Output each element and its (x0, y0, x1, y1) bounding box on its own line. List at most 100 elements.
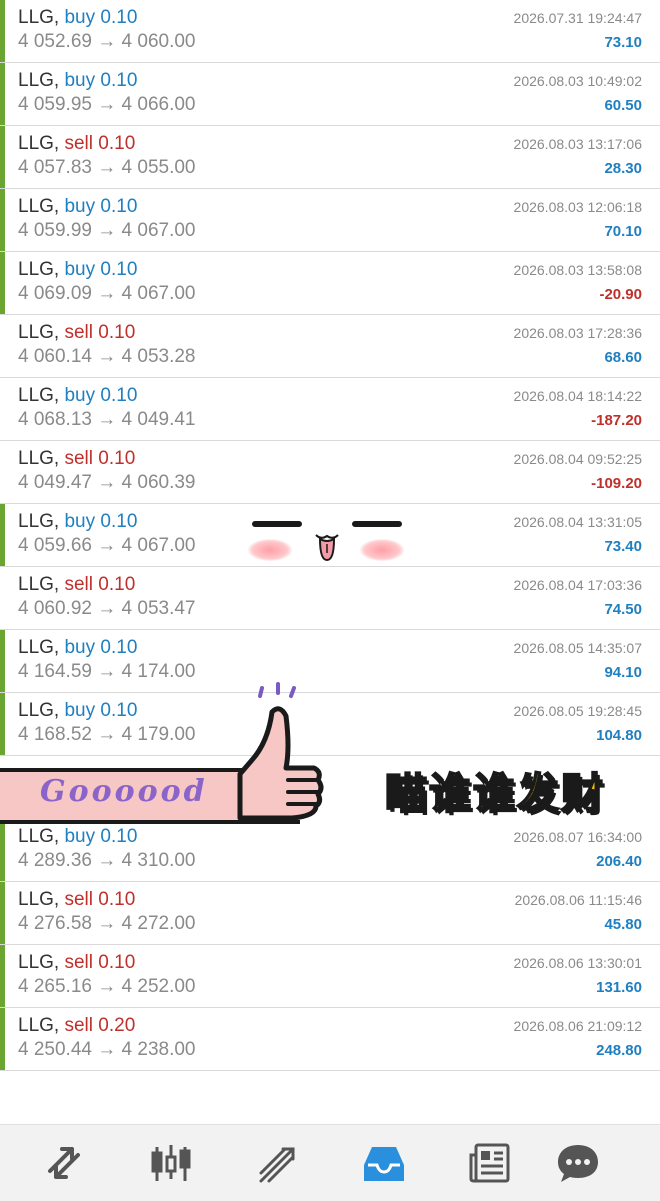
trade-prices: 4 060.14 → 4 053.28 (18, 346, 196, 368)
trade-symbol: LLG, (18, 70, 60, 91)
left-eyebrow (252, 521, 302, 527)
thumbs-up-icon (237, 682, 324, 821)
close-price: 4 067.00 (121, 220, 196, 241)
open-price: 4 052.69 (18, 31, 92, 52)
trade-prices: 4 049.47 → 4 060.39 (18, 472, 196, 494)
close-price: 4 066.00 (121, 94, 196, 115)
row-status-bar (0, 567, 5, 629)
open-price: 4 250.44 (18, 1039, 92, 1060)
trade-profit: 60.50 (604, 97, 642, 114)
nav-messages[interactable] (548, 1137, 608, 1189)
trade-row[interactable]: LLG, sell 0.10 4 049.47 → 4 060.39 2026.08… (0, 441, 660, 504)
trade-profit: 73.40 (604, 538, 642, 555)
arrow-icon: → (97, 976, 117, 997)
trade-symbol: LLG, (18, 952, 60, 973)
trade-profit: 74.50 (604, 601, 642, 618)
trade-row[interactable]: LLG, sell 0.10 4 060.92 → 4 053.47 2026.08… (0, 567, 660, 630)
trade-title: LLG, sell 0.10 (18, 133, 135, 155)
trade-symbol: LLG, (18, 826, 60, 847)
open-price: 4 060.14 (18, 346, 92, 367)
trade-row[interactable]: LLG, sell 0.10 4 276.58 → 4 272.00 2026.08… (0, 882, 660, 945)
trade-title: LLG, buy 0.10 (18, 7, 137, 29)
trade-title: LLG, sell 0.10 (18, 322, 135, 344)
nav-quotes[interactable] (34, 1137, 94, 1189)
arrow-icon: → (97, 598, 117, 619)
trade-volume: 0.10 (98, 889, 136, 910)
row-status-bar (0, 378, 5, 440)
open-price: 4 164.59 (18, 661, 92, 682)
trade-row[interactable]: LLG, buy 0.10 4 059.95 → 4 066.00 2026.08.… (0, 63, 660, 126)
arrow-icon: → (97, 283, 117, 304)
trade-row[interactable]: LLG, buy 0.10 4 068.13 → 4 049.41 2026.08.… (0, 378, 660, 441)
trade-row[interactable]: LLG, sell 0.10 4 265.16 → 4 252.00 2026.08… (0, 945, 660, 1008)
trade-symbol: LLG, (18, 700, 60, 721)
trade-row[interactable]: LLG, buy 0.10 4 069.09 → 4 067.00 2026.08.… (0, 252, 660, 315)
trade-row[interactable]: LLG, buy 0.10 4 289.36 → 4 310.00 2026.08.… (0, 819, 660, 882)
nav-chart[interactable] (141, 1137, 201, 1189)
close-price: 4 310.00 (121, 850, 196, 871)
trade-profit: 70.10 (604, 223, 642, 240)
trade-prices: 4 289.36 → 4 310.00 (18, 850, 196, 872)
nav-trade[interactable] (247, 1137, 307, 1189)
close-price: 4 060.39 (121, 472, 196, 493)
trade-prices: 4 068.13 → 4 049.41 (18, 409, 196, 431)
sticker-chinese-text: 瞄谁谁发财 (384, 768, 606, 819)
arrow-icon: → (97, 157, 117, 178)
trade-side: sell (64, 448, 93, 469)
trade-symbol: LLG, (18, 511, 60, 532)
arrow-icon: → (97, 850, 117, 871)
close-price: 4 053.47 (121, 598, 196, 619)
row-status-bar (0, 315, 5, 377)
trade-prices: 4 052.69 → 4 060.00 (18, 31, 196, 53)
trade-symbol: LLG, (18, 574, 60, 595)
trade-title: LLG, buy 0.10 (18, 196, 137, 218)
trade-profit: -20.90 (599, 286, 642, 303)
trade-volume: 0.10 (100, 637, 138, 658)
trade-side: buy (64, 700, 96, 721)
trade-row[interactable]: LLG, buy 0.10 4 059.99 → 4 067.00 2026.08.… (0, 189, 660, 252)
trade-volume: 0.10 (100, 385, 138, 406)
trade-title: LLG, buy 0.10 (18, 637, 137, 659)
trade-time: 2026.08.03 12:06:18 (513, 199, 642, 215)
close-price: 4 053.28 (121, 346, 196, 367)
trade-row[interactable]: LLG, buy 0.10 4 164.59 → 4 174.00 2026.08.… (0, 630, 660, 693)
trade-prices: 4 059.99 → 4 067.00 (18, 220, 196, 242)
trade-symbol: LLG, (18, 385, 60, 406)
trade-time: 2026.08.07 16:34:00 (513, 829, 642, 845)
trade-symbol: LLG, (18, 7, 60, 28)
trade-side: buy (64, 511, 96, 532)
close-price: 4 179.00 (121, 724, 196, 745)
trade-row[interactable]: LLG, sell 0.10 4 057.83 → 4 055.00 2026.08… (0, 126, 660, 189)
nav-history[interactable] (354, 1137, 414, 1189)
trade-icon (259, 1147, 295, 1183)
trade-time: 2026.08.04 17:03:36 (513, 577, 642, 593)
trade-side: buy (64, 637, 96, 658)
open-price: 4 059.99 (18, 220, 92, 241)
row-status-bar (0, 630, 5, 692)
trade-volume: 0.10 (98, 574, 136, 595)
close-price: 4 272.00 (121, 913, 196, 934)
trade-symbol: LLG, (18, 322, 60, 343)
trade-row[interactable]: LLG, buy 0.10 4 052.69 → 4 060.00 2026.07.… (0, 0, 660, 63)
close-price: 4 067.00 (121, 283, 196, 304)
trade-row[interactable]: LLG, sell 0.10 4 060.14 → 4 053.28 2026.08… (0, 315, 660, 378)
trade-volume: 0.10 (100, 70, 138, 91)
trade-profit: 131.60 (596, 979, 642, 996)
goood-banner-sticker: Goooood 瞄谁谁发财 (0, 682, 660, 824)
trade-time: 2026.08.05 14:35:07 (513, 640, 642, 656)
trade-symbol: LLG, (18, 259, 60, 280)
trade-volume: 0.10 (98, 952, 136, 973)
open-price: 4 049.47 (18, 472, 92, 493)
trade-row[interactable]: LLG, sell 0.20 4 250.44 → 4 238.00 2026.08… (0, 1008, 660, 1071)
nav-news[interactable] (460, 1137, 520, 1189)
trade-title: LLG, buy 0.10 (18, 700, 137, 722)
arrow-icon: → (97, 535, 117, 556)
trade-time: 2026.08.06 11:15:46 (514, 892, 642, 908)
close-price: 4 060.00 (121, 31, 196, 52)
trade-symbol: LLG, (18, 133, 60, 154)
trade-profit: 206.40 (596, 853, 642, 870)
trade-row[interactable]: LLG, buy 0.10 4 168.52 → 4 179.00 2026.08.… (0, 693, 660, 756)
trade-prices: 4 276.58 → 4 272.00 (18, 913, 196, 935)
row-status-bar (0, 819, 5, 881)
quotes-icon (48, 1147, 80, 1179)
